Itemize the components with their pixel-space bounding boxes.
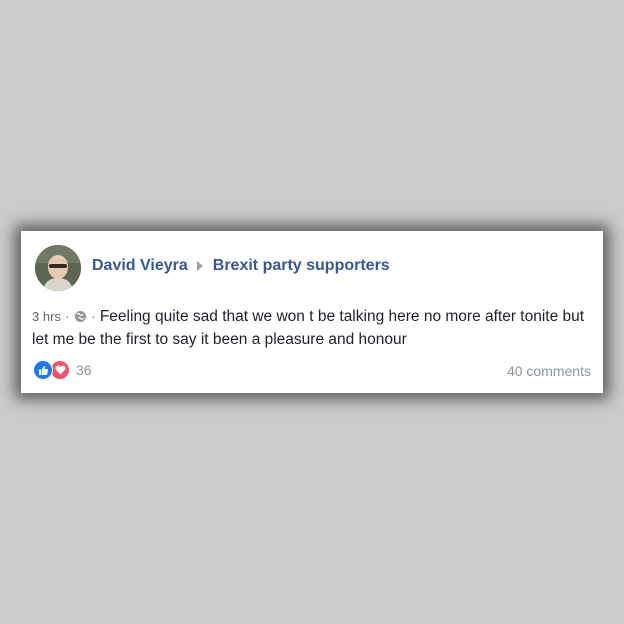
avatar[interactable]: [35, 245, 81, 291]
reactions-summary[interactable]: 36: [33, 360, 92, 380]
reaction-count: 36: [76, 362, 92, 378]
page-background: David Vieyra Brexit party supporters 3 h…: [0, 0, 624, 624]
love-icon: [50, 360, 70, 380]
author-name[interactable]: David Vieyra: [92, 257, 188, 275]
timestamp[interactable]: 3 hrs: [32, 309, 61, 324]
arrow-right-icon: [196, 261, 203, 271]
meta-separator: ·: [91, 309, 96, 324]
meta-separator: ·: [65, 309, 70, 324]
post-header: David Vieyra Brexit party supporters: [92, 257, 390, 275]
group-name[interactable]: Brexit party supporters: [213, 257, 390, 275]
post-card: David Vieyra Brexit party supporters 3 h…: [21, 231, 603, 393]
avatar-image: [35, 245, 81, 291]
post-body: 3 hrs · · Feeling quite sad that we won …: [32, 306, 592, 350]
like-icon: [33, 360, 53, 380]
globe-icon[interactable]: [74, 308, 87, 329]
comments-link[interactable]: 40 comments: [507, 363, 591, 379]
post-text: Feeling quite sad that we won t be talki…: [32, 308, 585, 348]
